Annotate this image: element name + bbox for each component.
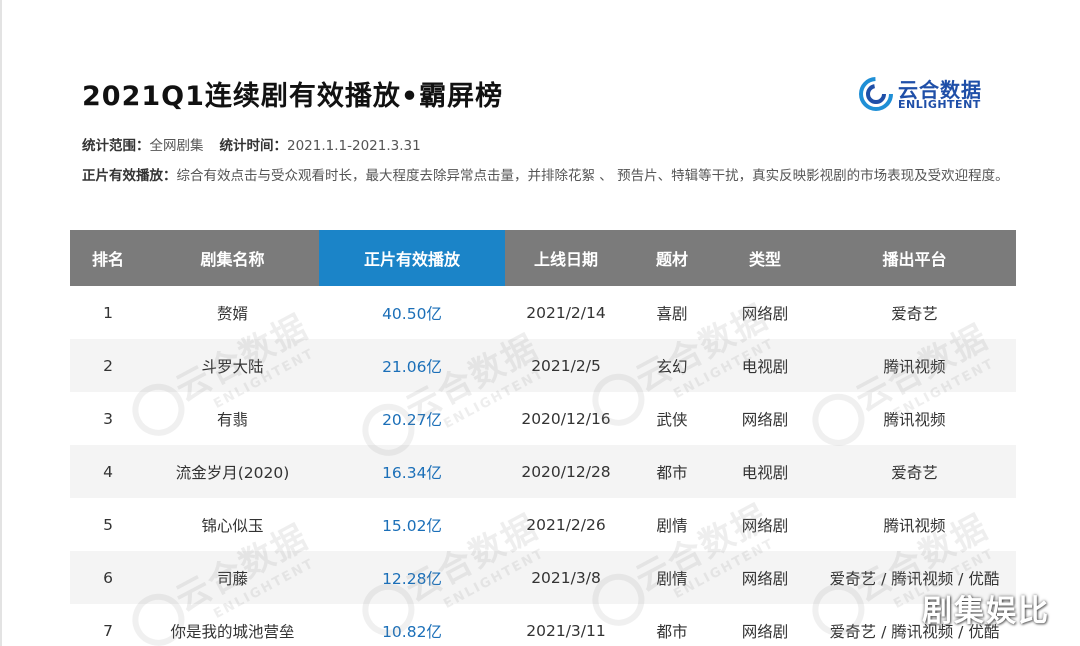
cell-genre: 都市 <box>656 622 688 641</box>
table-row: 6 司藤 12.28亿 2021/3/8 剧情 网络剧 爱奇艺 / 腾讯视频 /… <box>70 551 1016 604</box>
stats-meta: 统计范围：全网剧集 统计时间：2021.1.1-2021.3.31 <box>82 134 421 154</box>
cell-date: 2021/2/5 <box>531 356 601 375</box>
cell-plays: 20.27亿 <box>382 410 442 429</box>
cell-platform: 腾讯视频 <box>883 357 946 376</box>
cell-name: 斗罗大陆 <box>201 357 264 376</box>
cell-type: 网络剧 <box>741 410 789 429</box>
table-row: 5 锦心似玉 15.02亿 2021/2/26 剧情 网络剧 腾讯视频 <box>70 498 1016 551</box>
cell-date: 2021/3/8 <box>531 568 601 587</box>
cell-rank: 1 <box>103 303 113 322</box>
definition-body: 综合有效点击与受众观看时长，最大程度去除异常点击量，并排除花絮 、 预告片、特辑… <box>176 168 1009 184</box>
enlightent-logo-icon <box>859 77 893 111</box>
cell-name: 赘婿 <box>216 304 248 323</box>
cell-plays: 16.34亿 <box>382 463 442 482</box>
cell-platform: 腾讯视频 <box>883 410 946 429</box>
table-row: 3 有翡 20.27亿 2020/12/16 武侠 网络剧 腾讯视频 <box>70 392 1016 445</box>
cell-date: 2021/2/14 <box>526 303 606 322</box>
enlightent-logo: 云合数据 ENLIGHTENT <box>858 74 998 118</box>
cell-rank: 6 <box>103 568 113 587</box>
header-platform: 播出平台 <box>882 250 947 269</box>
table-row: 2 斗罗大陆 21.06亿 2021/2/5 玄幻 电视剧 腾讯视频 <box>70 339 1016 392</box>
cell-genre: 剧情 <box>656 569 688 588</box>
table-row: 7 你是我的城池营垒 10.82亿 2021/3/11 都市 网络剧 爱奇艺 /… <box>70 604 1016 646</box>
cell-platform: 爱奇艺 <box>891 463 938 482</box>
header-plays: 正片有效播放 <box>319 230 505 286</box>
cell-name: 有翡 <box>216 410 248 429</box>
header-type: 类型 <box>748 250 781 269</box>
table-row: 1 赘婿 40.50亿 2021/2/14 喜剧 网络剧 爱奇艺 <box>70 286 1016 339</box>
definition-label: 正片有效播放： <box>82 168 177 184</box>
cell-genre: 都市 <box>656 463 688 482</box>
cell-date: 2021/3/11 <box>526 621 606 640</box>
cell-platform: 爱奇艺 <box>891 304 938 323</box>
header-name: 剧集名称 <box>200 250 265 269</box>
cell-name: 你是我的城池营垒 <box>170 622 295 641</box>
cell-rank: 2 <box>103 356 113 375</box>
cell-type: 网络剧 <box>741 516 789 535</box>
table-row: 4 流金岁月(2020) 16.34亿 2020/12/28 都市 电视剧 爱奇… <box>70 445 1016 498</box>
cell-type: 电视剧 <box>741 463 789 482</box>
cell-type: 网络剧 <box>741 304 789 323</box>
header-date: 上线日期 <box>533 250 598 269</box>
time-value: 2021.1.1-2021.3.31 <box>287 138 421 154</box>
cell-type: 网络剧 <box>741 622 789 641</box>
cell-type: 电视剧 <box>741 357 789 376</box>
cell-name: 司藤 <box>216 569 248 588</box>
cell-genre: 喜剧 <box>656 304 688 323</box>
cell-plays: 12.28亿 <box>382 569 442 588</box>
report-page: 2021Q1连续剧有效播放•霸屏榜 云合数据 ENLIGHTENT 统计范围：全… <box>0 0 1080 646</box>
cell-plays: 15.02亿 <box>382 516 442 535</box>
cell-rank: 3 <box>103 409 113 428</box>
cell-rank: 5 <box>103 515 113 534</box>
cell-name: 锦心似玉 <box>201 516 264 535</box>
cell-genre: 武侠 <box>656 410 688 429</box>
cell-platform: 腾讯视频 <box>883 516 946 535</box>
ranking-table: 排名 剧集名称 正片有效播放 上线日期 题材 类型 播出平台 1 赘婿 40.5… <box>70 230 1016 646</box>
definition-text: 正片有效播放：综合有效点击与受众观看时长，最大程度去除异常点击量，并排除花絮 、… <box>82 162 1012 190</box>
cell-rank: 7 <box>103 621 113 640</box>
cell-genre: 剧情 <box>656 516 688 535</box>
source-watermark-text: 剧集娱比 <box>922 594 1050 629</box>
cell-date: 2021/2/26 <box>526 515 606 534</box>
table-header-row: 排名 剧集名称 正片有效播放 上线日期 题材 类型 播出平台 <box>70 230 1016 286</box>
cell-date: 2020/12/16 <box>521 409 611 428</box>
cell-plays: 10.82亿 <box>382 622 442 641</box>
header-genre: 题材 <box>655 250 688 269</box>
cell-name: 流金岁月(2020) <box>175 463 290 482</box>
scope-label: 统计范围： <box>82 138 150 154</box>
logo-text-en: ENLIGHTENT <box>898 98 981 111</box>
cell-plays: 21.06亿 <box>382 357 442 376</box>
header-rank: 排名 <box>91 250 124 269</box>
cell-type: 网络剧 <box>741 569 789 588</box>
report-title: 2021Q1连续剧有效播放•霸屏榜 <box>82 81 504 112</box>
scope-value: 全网剧集 <box>149 138 204 154</box>
cell-rank: 4 <box>103 462 113 481</box>
time-label: 统计时间： <box>219 138 288 154</box>
cell-plays: 40.50亿 <box>382 304 442 323</box>
cell-genre: 玄幻 <box>656 357 688 376</box>
cell-date: 2020/12/28 <box>521 462 611 481</box>
